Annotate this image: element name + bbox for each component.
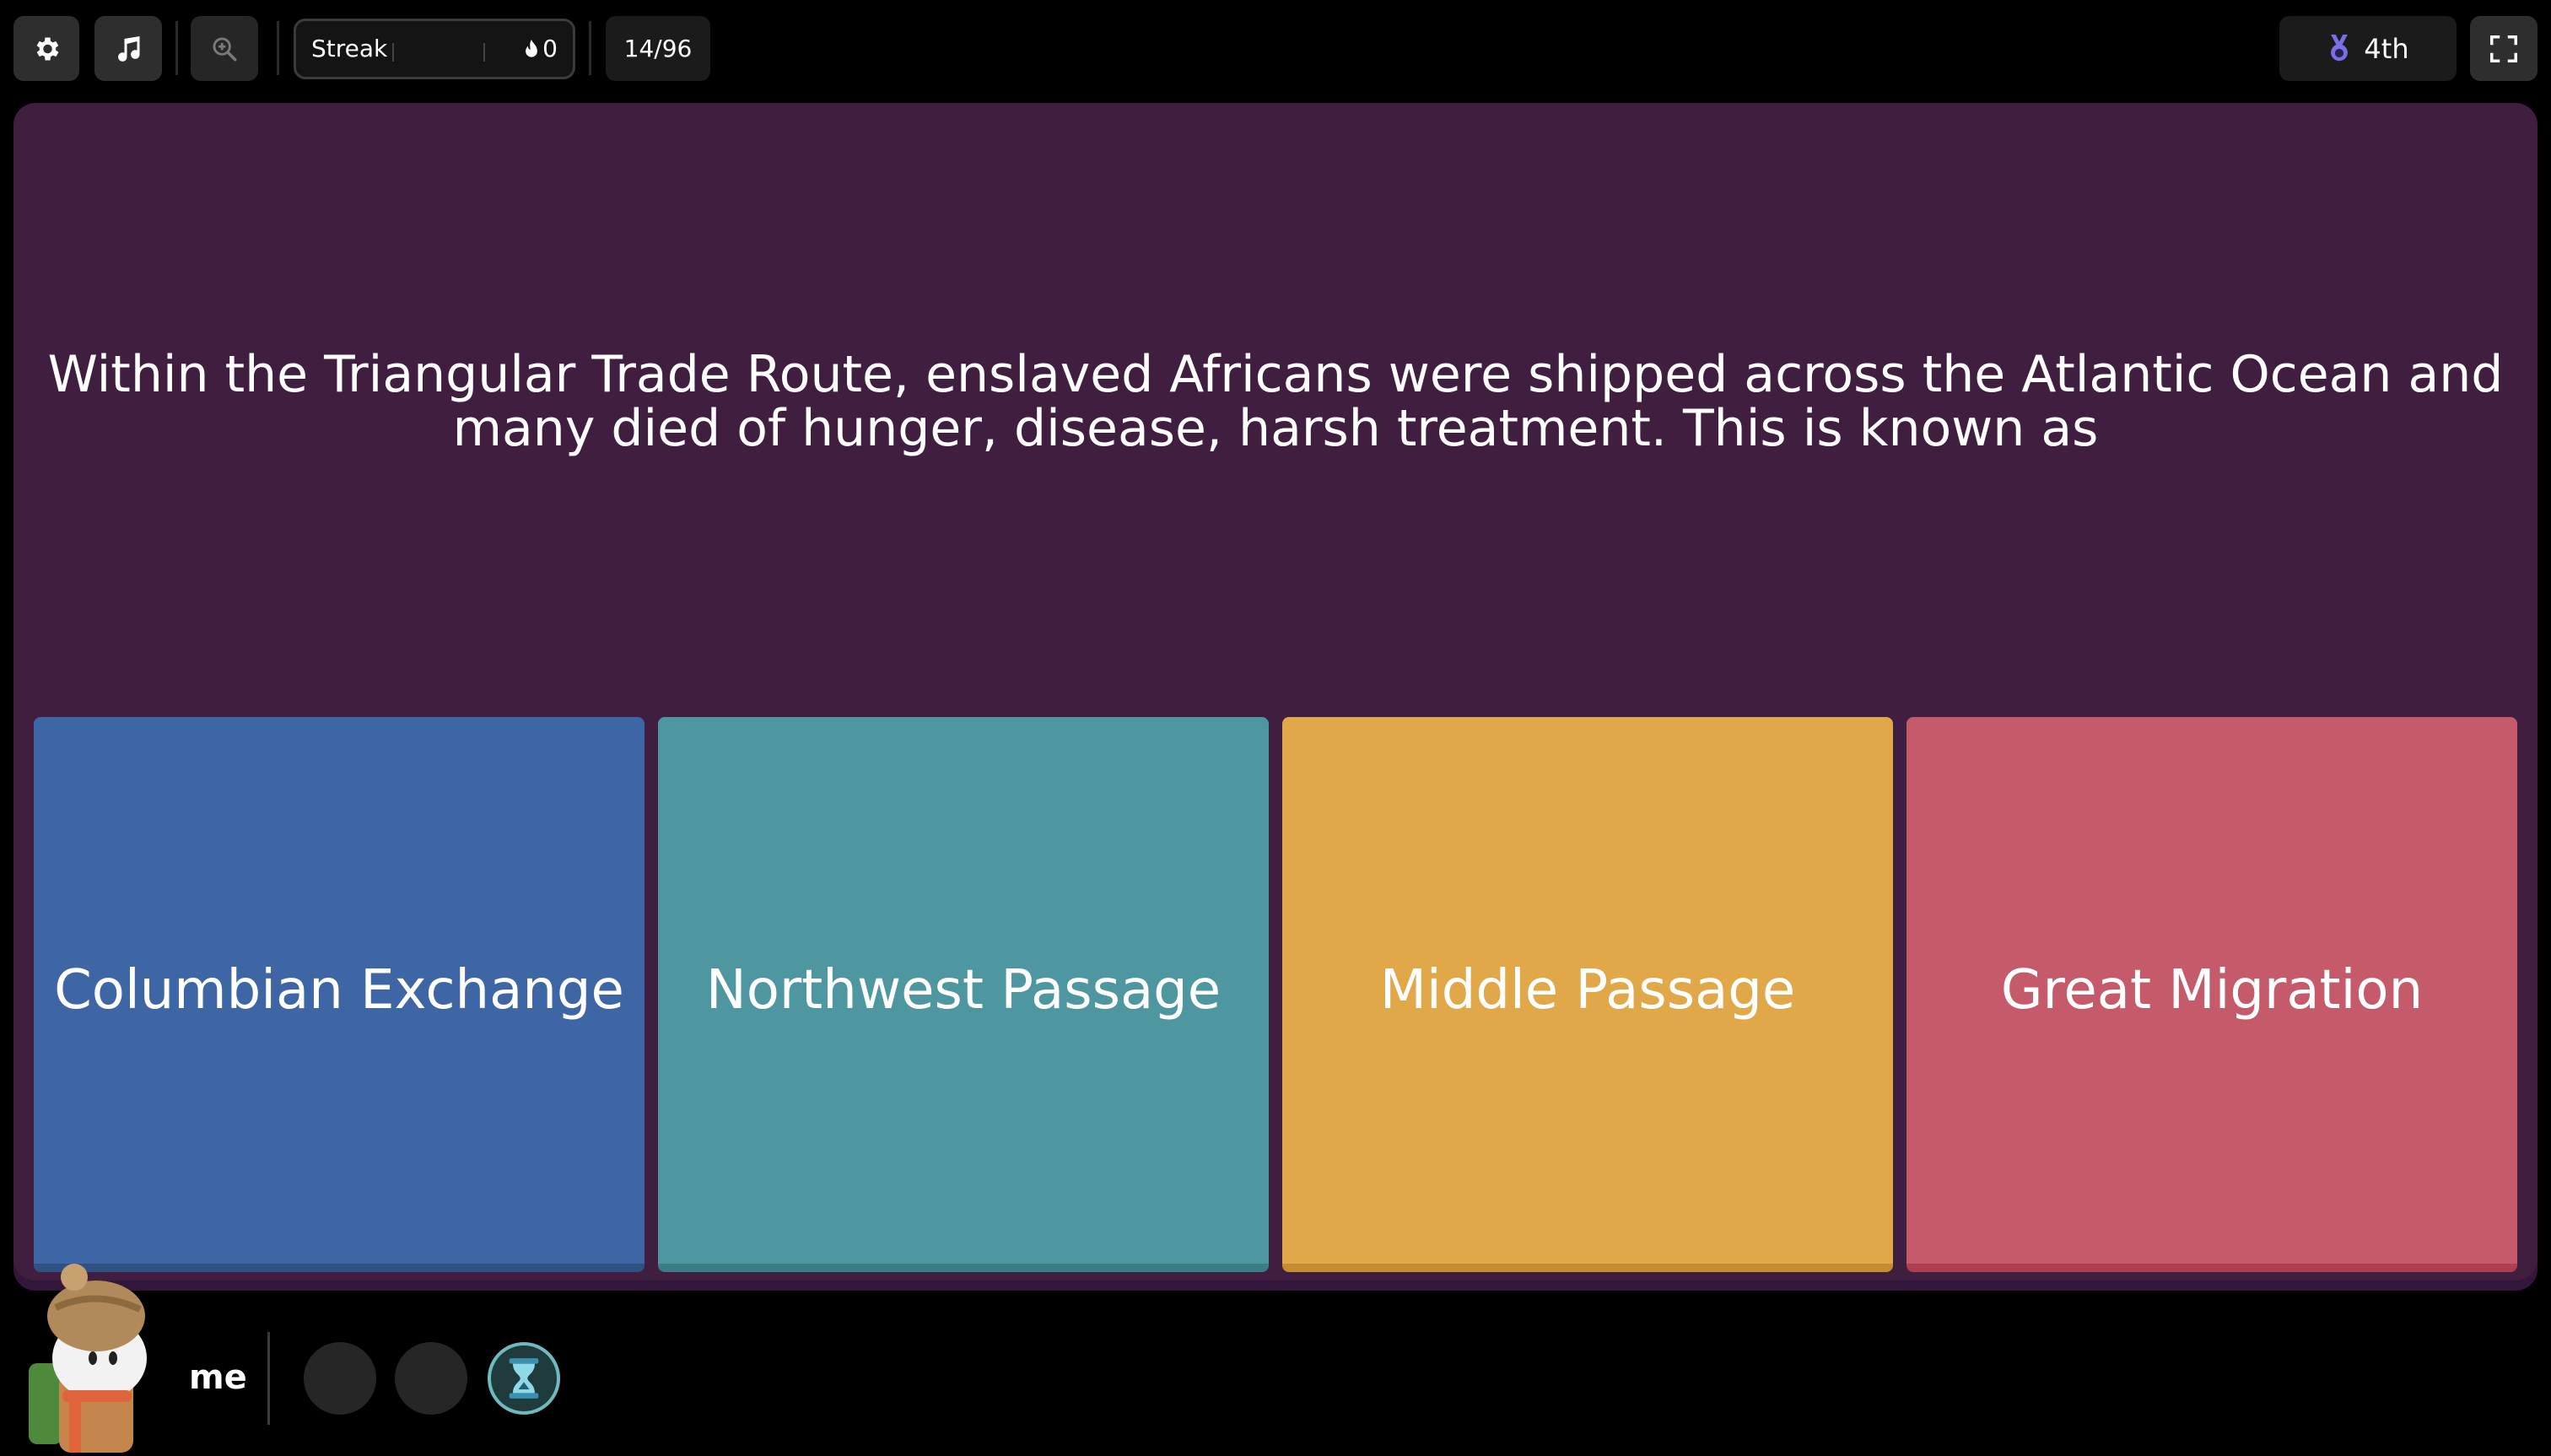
- player-divider: [267, 1332, 270, 1425]
- answer-label: Great Migration: [2000, 959, 2424, 1022]
- player-avatar: [25, 1264, 152, 1453]
- answer-label: Columbian Exchange: [54, 959, 624, 1022]
- toolbar-divider: [589, 21, 591, 75]
- music-note-icon: [118, 35, 140, 62]
- fullscreen-button[interactable]: [2470, 16, 2538, 81]
- streak-label: Streak: [311, 35, 388, 62]
- rank-badge: 4th: [2279, 16, 2457, 81]
- answer-option-1[interactable]: Columbian Exchange: [34, 717, 644, 1272]
- toolbar-divider: [175, 21, 178, 75]
- flame-icon: [526, 39, 538, 57]
- streak-tick: [483, 43, 485, 62]
- hourglass-powerup[interactable]: [488, 1342, 560, 1415]
- powerup-slot-empty: [395, 1342, 467, 1415]
- question-panel: Within the Triangular Trade Route, ensla…: [13, 103, 2538, 1291]
- gear-icon: [36, 37, 59, 60]
- hourglass-icon: [509, 1358, 539, 1399]
- powerup-slot-empty: [304, 1342, 376, 1415]
- fullscreen-icon: [2490, 35, 2517, 62]
- answer-option-4[interactable]: Great Migration: [1907, 717, 2517, 1272]
- music-button[interactable]: [94, 16, 162, 81]
- toolbar-divider: [277, 21, 279, 75]
- player-name: me: [189, 1358, 247, 1397]
- streak-meter: Streak 0: [294, 19, 575, 79]
- streak-count-value: 0: [542, 35, 558, 62]
- rank-text: 4th: [2364, 32, 2409, 65]
- answer-label: Middle Passage: [1379, 959, 1796, 1022]
- answer-label: Northwest Passage: [705, 959, 1222, 1022]
- zoom-in-icon: [213, 37, 237, 61]
- question-text: Within the Triangular Trade Route, ensla…: [47, 345, 2504, 458]
- settings-button[interactable]: [13, 16, 79, 81]
- zoom-button[interactable]: [191, 16, 258, 81]
- question-progress: 14/96: [606, 16, 710, 81]
- streak-count: 0: [524, 35, 558, 62]
- answer-option-3[interactable]: Middle Passage: [1282, 717, 1893, 1272]
- answer-option-2[interactable]: Northwest Passage: [658, 717, 1269, 1272]
- streak-tick: [392, 43, 394, 62]
- medal-icon: [2331, 34, 2349, 61]
